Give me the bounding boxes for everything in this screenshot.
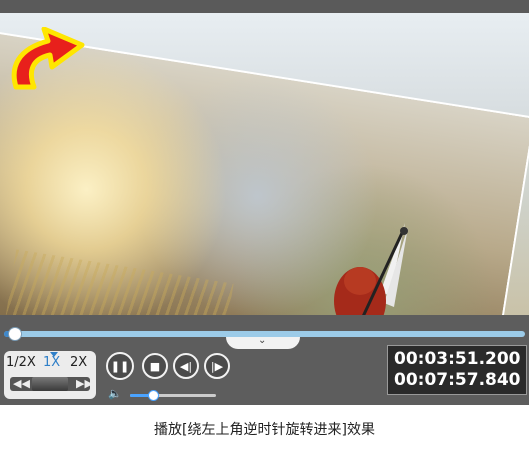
curved-arrow-icon	[11, 27, 85, 90]
current-time: 00:03:51.200	[394, 349, 521, 369]
volume-slider[interactable]	[130, 390, 216, 401]
next-frame-icon: |▶	[210, 359, 224, 373]
time-display: 00:03:51.200 00:07:57.840	[387, 345, 527, 395]
speed-slider[interactable]: ◀◀ ▶▶	[10, 377, 93, 391]
pause-icon: ❚❚	[110, 359, 130, 373]
grass-foreground	[0, 249, 234, 315]
chevron-down-icon: ⌄	[258, 335, 267, 346]
caption: 播放[绕左上角逆时针旋转进来]效果	[154, 422, 375, 438]
violin-image	[334, 223, 408, 315]
total-time: 00:07:57.840	[394, 370, 521, 390]
speed-1x[interactable]: 1X	[43, 355, 60, 370]
previous-frame-icon: ◀|	[179, 359, 193, 373]
volume-icon[interactable]: 🔈	[108, 387, 122, 400]
next-frame-button[interactable]: |▶	[204, 353, 230, 379]
progress-knob[interactable]	[8, 327, 23, 341]
video-preview	[0, 13, 529, 315]
collapse-toggle[interactable]: ⌄	[226, 335, 300, 349]
speed-selector: 1/2X 1X 2X ◀◀ ▶▶	[4, 351, 96, 399]
title-bar	[0, 0, 529, 13]
speed-slider-handle[interactable]	[32, 377, 68, 391]
stop-button[interactable]: ■	[142, 353, 168, 379]
fast-forward-icon[interactable]: ▶▶	[76, 377, 93, 391]
rewind-icon[interactable]: ◀◀	[13, 377, 30, 391]
player-controls: ⌄ 1/2X 1X 2X ◀◀ ▶▶ ❚❚ ■ ◀| |▶ 🔈 00:03:51…	[0, 315, 529, 405]
previous-frame-button[interactable]: ◀|	[173, 353, 199, 379]
pause-button[interactable]: ❚❚	[106, 352, 134, 380]
volume-knob[interactable]	[147, 390, 159, 401]
speed-half[interactable]: 1/2X	[6, 355, 36, 370]
stop-icon: ■	[149, 359, 161, 373]
speed-2x[interactable]: 2X	[70, 355, 87, 370]
